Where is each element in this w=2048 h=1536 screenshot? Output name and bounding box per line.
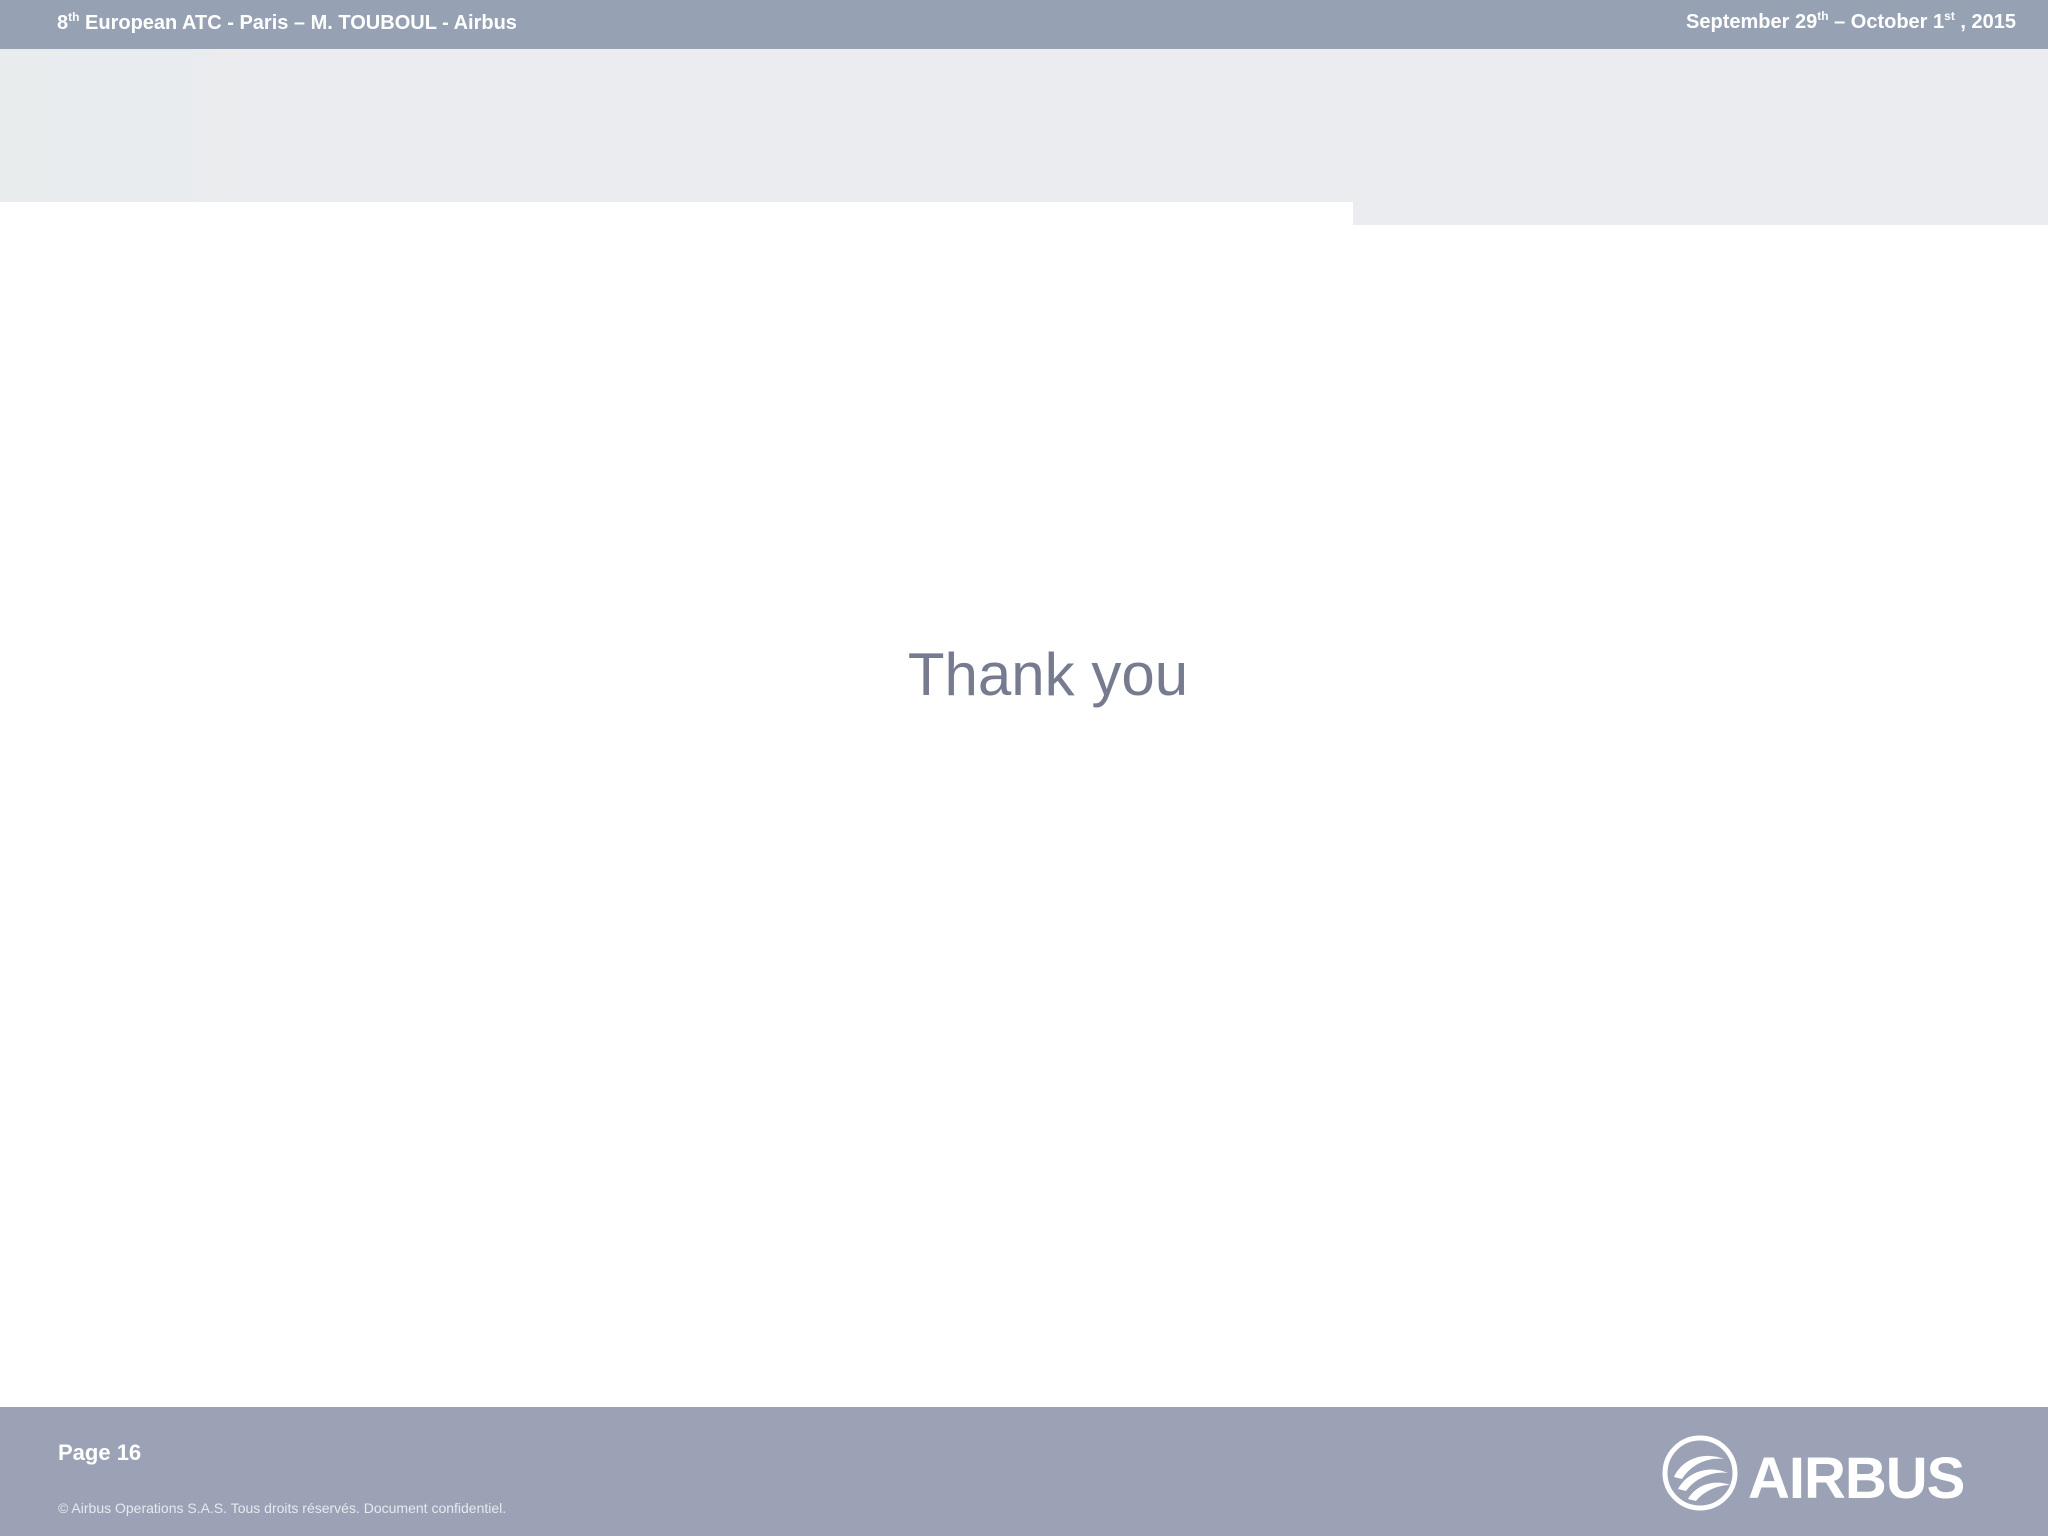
header-bar: 8th European ATC - Paris – M. TOUBOUL - … <box>0 0 2048 49</box>
event-rest: European ATC - Paris – M. TOUBOUL - Airb… <box>79 12 517 34</box>
airbus-wordmark: AIRBUS <box>1748 1446 1965 1511</box>
event-ordinal: th <box>68 10 80 24</box>
airbus-logo: AIRBUS <box>1660 1433 1990 1513</box>
airbus-logo-icon <box>1662 1435 1738 1511</box>
event-prefix: 8 <box>57 12 69 34</box>
footer-bar: Page 16 © Airbus Operations S.A.S. Tous … <box>0 1407 2048 1536</box>
event-title: 8th European ATC - Paris – M. TOUBOUL - … <box>57 10 517 35</box>
event-dates: September 29th – October 1st , 2015 <box>1686 9 2016 34</box>
title-band-left <box>0 49 1353 202</box>
date-year: , 2015 <box>1954 11 2016 33</box>
page-number: Page 16 <box>58 1440 142 1465</box>
date-separator: – October 1 <box>1828 11 1945 33</box>
title-band-right <box>1353 49 2048 225</box>
thank-you-message: Thank you <box>907 641 1189 708</box>
date-end-ordinal: st <box>1944 9 1955 23</box>
date-start-ordinal: th <box>1817 9 1829 23</box>
date-start: September 29 <box>1686 11 1818 33</box>
copyright-notice: © Airbus Operations S.A.S. Tous droits r… <box>58 1500 507 1516</box>
